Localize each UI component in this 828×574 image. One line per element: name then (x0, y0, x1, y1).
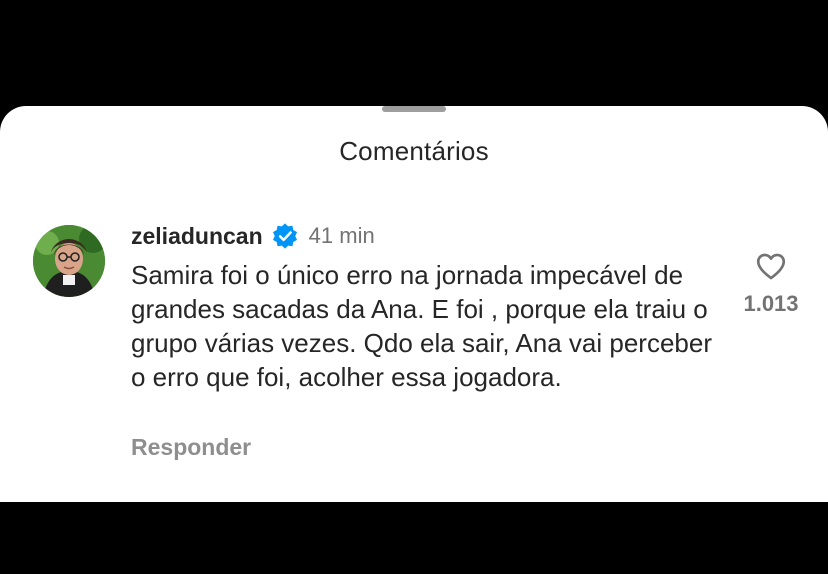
verified-badge-icon (271, 222, 299, 250)
comment-username[interactable]: zeliaduncan (131, 223, 263, 250)
reply-button[interactable]: Responder (131, 434, 251, 461)
heart-outline-icon[interactable] (754, 249, 788, 283)
like-block: 1.013 (736, 249, 806, 317)
comments-sheet: Comentários zeliaduncan 41 min Samira fo… (0, 106, 828, 502)
top-black-bar (0, 0, 828, 106)
avatar[interactable] (33, 225, 105, 297)
like-count: 1.013 (743, 291, 799, 316)
comment-text: Samira foi o único erro na jornada impec… (131, 260, 712, 392)
comment-timestamp: 41 min (308, 223, 375, 248)
sheet-title: Comentários (339, 136, 489, 166)
bottom-black-bar (0, 502, 828, 574)
comment-header: zeliaduncan 41 min (131, 220, 375, 252)
sheet-drag-handle[interactable] (382, 106, 446, 112)
